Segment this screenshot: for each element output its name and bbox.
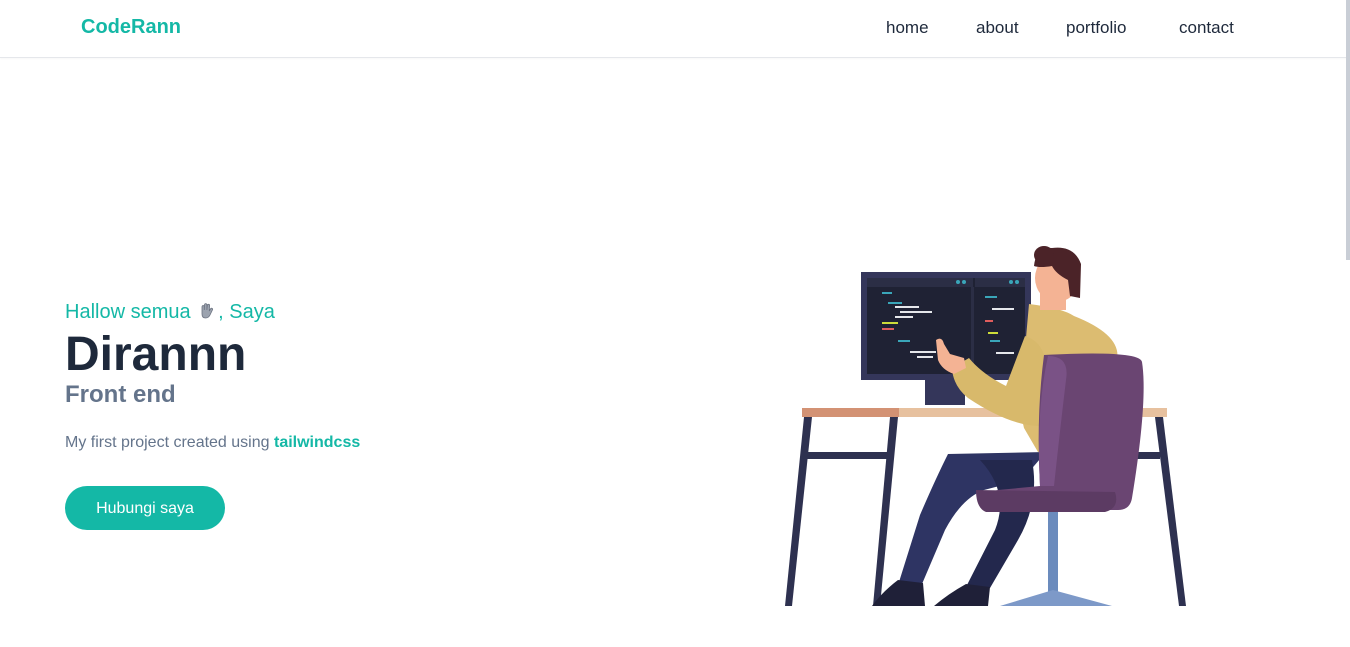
- description-text: My first project created using: [65, 434, 270, 451]
- main-nav: home about portfolio contact: [0, 18, 1350, 40]
- greeting-text: Hallow semua: [65, 301, 191, 323]
- hero-greeting: Hallow semua , Saya: [65, 301, 275, 326]
- waving-hand-icon: [198, 302, 216, 326]
- nav-about[interactable]: about: [976, 18, 1019, 38]
- nav-contact[interactable]: contact: [1179, 18, 1234, 38]
- description-highlight: tailwindcss: [273, 434, 361, 451]
- nav-home[interactable]: home: [886, 18, 929, 38]
- hero-name: Dirannn: [65, 328, 247, 381]
- nav-portfolio[interactable]: portfolio: [1066, 18, 1126, 38]
- contact-me-button[interactable]: Hubungi saya: [65, 486, 225, 530]
- hero-description: My first project created using tailwindc…: [65, 434, 360, 452]
- greeting-suffix: , Saya: [218, 301, 275, 323]
- hero-role: Front end: [65, 381, 176, 408]
- scrollbar[interactable]: [1346, 0, 1350, 260]
- developer-at-desk-illustration: [770, 240, 1200, 617]
- site-header: CodeRann home about portfolio contact: [0, 0, 1350, 58]
